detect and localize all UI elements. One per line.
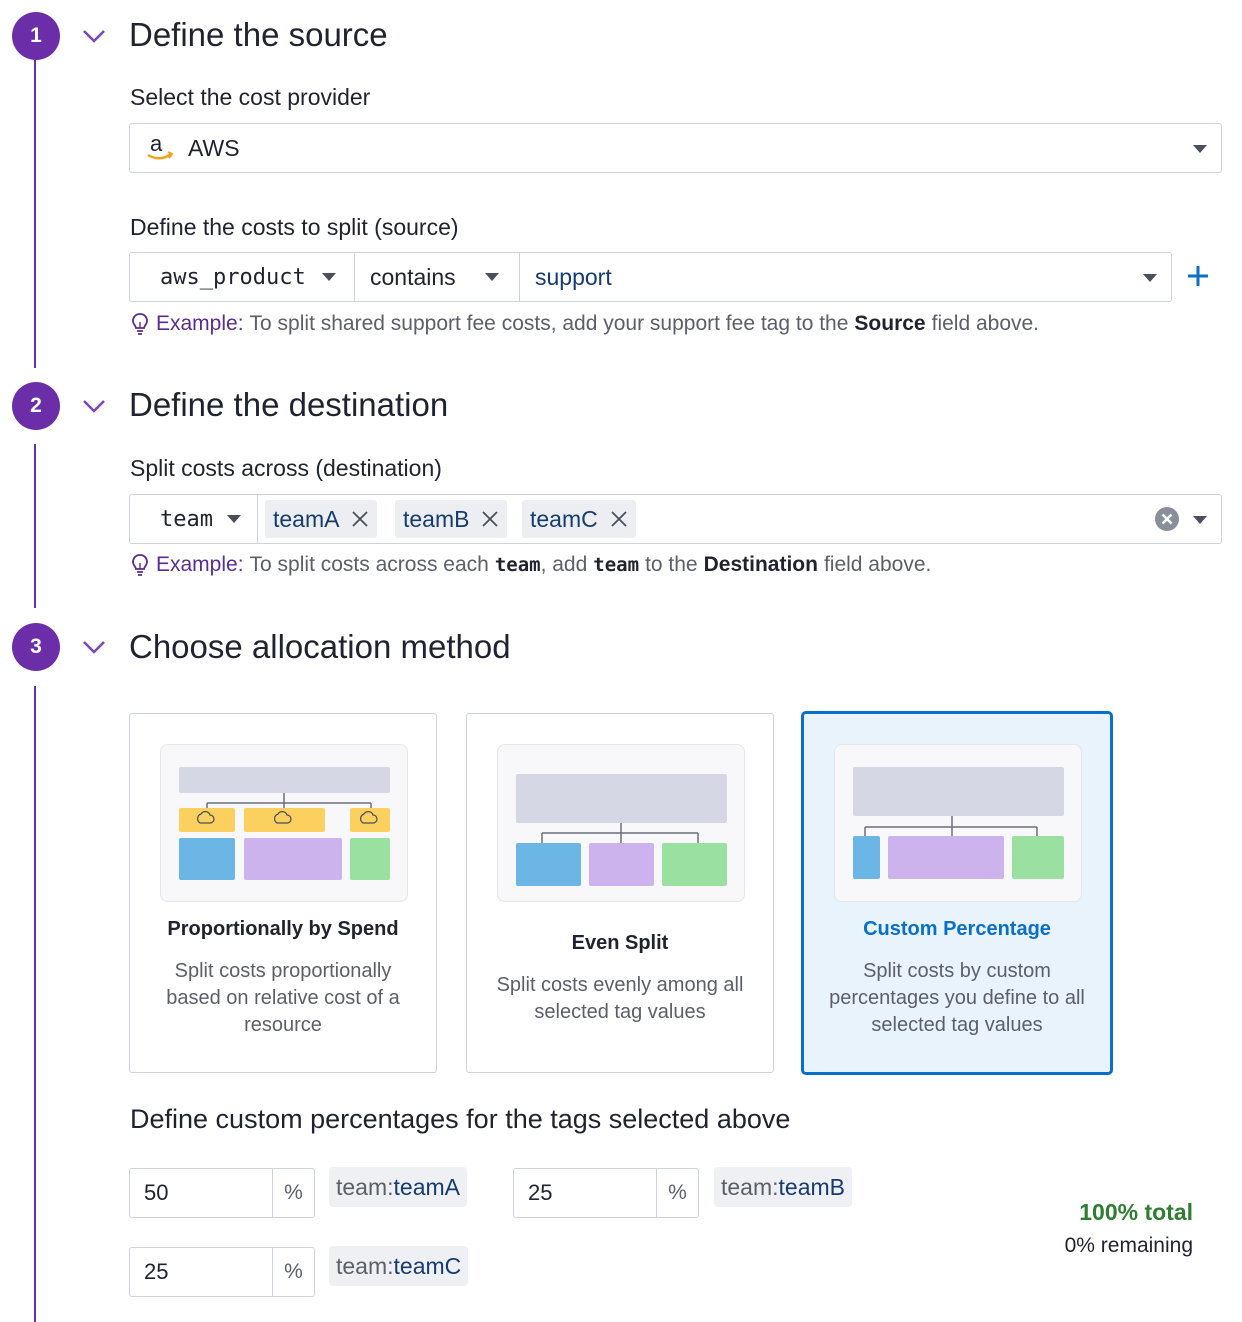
filter-key-select[interactable]: aws_product xyxy=(130,253,354,301)
hint-text: to the xyxy=(645,553,698,576)
filter-value-select[interactable]: support xyxy=(519,253,1171,301)
caret-down-icon xyxy=(1193,516,1207,524)
method-title: Even Split xyxy=(571,932,669,954)
tag-chip: teamC xyxy=(522,500,636,538)
method-description: Split costs proportionally based on rela… xyxy=(166,960,400,1036)
destination-field: team teamA teamB teamC xyxy=(129,494,1222,544)
provider-label: Select the cost provider xyxy=(130,84,371,110)
filter-key-value: aws_product xyxy=(160,264,306,290)
hint-text: To split shared support fee costs, add y… xyxy=(249,312,849,335)
remove-chip-x-icon[interactable] xyxy=(351,510,369,528)
tag-key: team: xyxy=(336,1252,394,1279)
destination-label: Split costs across (destination) xyxy=(130,455,442,481)
step-number-badge: 3 xyxy=(12,623,60,671)
method-description: Split costs by custom percentages you de… xyxy=(829,960,1085,1036)
chevron-down-icon[interactable] xyxy=(80,392,108,420)
custom-percentages-heading: Define custom percentages for the tags s… xyxy=(130,1104,791,1134)
tag-chip: teamB xyxy=(395,500,508,538)
total-percentage: 100% total xyxy=(1079,1199,1193,1225)
caret-down-icon xyxy=(1193,145,1207,153)
tag-value: teamB xyxy=(778,1173,846,1200)
hint-text: , add xyxy=(540,553,588,576)
hint-code: team xyxy=(494,554,541,576)
filter-operator-value: contains xyxy=(370,263,456,290)
chevron-down-icon[interactable] xyxy=(80,22,108,50)
percentage-input[interactable]: 25 % xyxy=(129,1247,315,1297)
provider-value: AWS xyxy=(188,135,240,161)
chevron-down-icon[interactable] xyxy=(80,633,108,661)
caret-down-icon xyxy=(1143,274,1157,282)
tag-label: team: teamA xyxy=(329,1167,468,1207)
svg-text:a: a xyxy=(150,132,163,156)
method-description: Split costs evenly among all selected ta… xyxy=(496,974,744,1023)
step-connector-line xyxy=(34,686,36,1322)
caret-down-icon xyxy=(226,515,241,523)
source-hint: Example: To split shared support fee cos… xyxy=(130,312,1039,336)
destination-values-select[interactable]: teamA teamB teamC xyxy=(257,495,1221,543)
percentage-value: 25 xyxy=(144,1259,169,1284)
step-title: Define the destination xyxy=(129,386,449,423)
tag-value: teamC xyxy=(393,1252,462,1279)
hint-prefix: Example: xyxy=(156,312,244,335)
tag-chip-label: teamA xyxy=(273,505,340,532)
hint-text: field above. xyxy=(931,312,1040,335)
percentage-input[interactable]: 50 % xyxy=(129,1168,315,1218)
destination-key-value: team xyxy=(160,506,213,532)
add-filter-plus-icon[interactable] xyxy=(1186,264,1210,288)
tag-value: teamA xyxy=(393,1173,461,1200)
step-number-badge: 2 xyxy=(12,382,60,430)
tag-chip-label: teamB xyxy=(403,505,470,532)
hierarchy-diagram-icon xyxy=(853,767,1064,879)
remaining-percentage: 0% remaining xyxy=(1064,1234,1193,1257)
proportional-illustration xyxy=(160,744,408,902)
lightbulb-icon xyxy=(132,554,148,576)
method-card-even-split[interactable]: Even Split Split costs evenly among all … xyxy=(466,713,774,1073)
hint-bold: Destination xyxy=(703,553,818,576)
tag-chip-label: teamC xyxy=(530,505,598,532)
provider-select[interactable]: a AWS xyxy=(129,123,1222,173)
hint-text: field above. xyxy=(823,553,932,576)
step-connector-line xyxy=(34,60,36,368)
percentage-input[interactable]: 25 % xyxy=(513,1168,699,1218)
step-title: Choose allocation method xyxy=(129,628,511,665)
tag-key: team: xyxy=(721,1173,779,1200)
hint-bold: Source xyxy=(854,312,926,335)
percentage-value: 50 xyxy=(144,1180,169,1205)
tag-label: team: teamC xyxy=(329,1246,469,1286)
destination-key-select[interactable]: team xyxy=(130,495,257,543)
percentage-value: 25 xyxy=(528,1180,553,1205)
clear-all-icon[interactable] xyxy=(1154,506,1180,532)
method-card-proportional[interactable]: Proportionally by Spend Split costs prop… xyxy=(129,713,437,1073)
hierarchy-diagram-icon xyxy=(516,774,727,886)
tag-key: team: xyxy=(336,1173,394,1200)
method-title: Proportionally by Spend xyxy=(167,918,399,940)
lightbulb-icon xyxy=(132,313,148,335)
method-card-custom-percentage[interactable]: Custom Percentage Split costs by custom … xyxy=(801,711,1113,1075)
costs-label: Define the costs to split (source) xyxy=(130,214,459,240)
source-filter: aws_product contains support xyxy=(129,252,1172,302)
remove-chip-x-icon[interactable] xyxy=(481,510,499,528)
step-connector-line xyxy=(34,444,36,608)
even-split-illustration xyxy=(497,744,745,902)
caret-down-icon xyxy=(484,273,499,281)
amazon-logo-icon: a xyxy=(147,132,174,160)
filter-operator-select[interactable]: contains xyxy=(354,253,520,301)
percent-unit: % xyxy=(272,1248,314,1296)
remove-chip-x-icon[interactable] xyxy=(610,510,628,528)
caret-down-icon xyxy=(321,273,336,281)
destination-hint: Example: To split costs across each team… xyxy=(130,553,931,577)
step-title: Define the source xyxy=(129,16,388,53)
hint-text: To split costs across each xyxy=(249,553,489,576)
hint-code: team xyxy=(593,554,640,576)
step-number-badge: 1 xyxy=(12,12,60,60)
hierarchy-diagram-icon xyxy=(179,767,390,880)
custom-percentage-illustration xyxy=(834,744,1082,902)
hint-prefix: Example: xyxy=(156,553,244,576)
tag-label: team: teamB xyxy=(714,1167,853,1207)
method-title: Custom Percentage xyxy=(863,918,1051,940)
filter-value: support xyxy=(535,263,612,290)
percent-unit: % xyxy=(272,1169,314,1217)
percent-unit: % xyxy=(656,1169,698,1217)
tag-chip: teamA xyxy=(265,500,378,538)
